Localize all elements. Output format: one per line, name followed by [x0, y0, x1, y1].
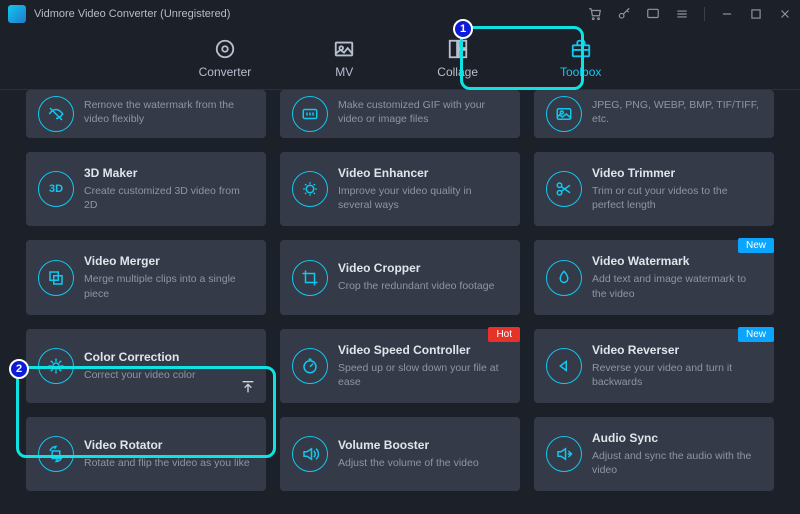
tool-card-image-converter[interactable]: JPEG, PNG, WEBP, BMP, TIF/TIFF, etc.	[534, 90, 774, 138]
tab-label: MV	[335, 65, 353, 79]
tool-desc: Speed up or slow down your file at ease	[338, 361, 506, 389]
tool-card-color-correction[interactable]: Color Correction Correct your video colo…	[26, 329, 266, 403]
tool-desc: Trim or cut your videos to the perfect l…	[592, 184, 760, 212]
3d-icon: 3D	[38, 171, 74, 207]
minimize-icon[interactable]	[720, 7, 734, 21]
badge-hot: Hot	[488, 327, 520, 342]
tool-card-audio-sync[interactable]: Audio Sync Adjust and sync the audio wit…	[534, 417, 774, 491]
tool-card-video-trimmer[interactable]: Video Trimmer Trim or cut your videos to…	[534, 152, 774, 226]
tool-title: Video Trimmer	[592, 166, 760, 180]
tool-card-video-speed[interactable]: Hot Video Speed Controller Speed up or s…	[280, 329, 520, 403]
tool-desc: Create customized 3D video from 2D	[84, 184, 252, 212]
enhancer-icon	[292, 171, 328, 207]
tool-desc: JPEG, PNG, WEBP, BMP, TIF/TIFF, etc.	[592, 98, 760, 126]
tab-mv[interactable]: MV	[323, 32, 365, 85]
gif-icon	[292, 96, 328, 132]
speed-icon	[292, 348, 328, 384]
tool-desc: Remove the watermark from the video flex…	[84, 98, 252, 126]
tool-title: Video Merger	[84, 254, 252, 268]
audio-sync-icon	[546, 436, 582, 472]
watermark-remover-icon	[38, 96, 74, 132]
close-icon[interactable]	[778, 7, 792, 21]
scroll-top-icon	[240, 379, 256, 395]
tool-desc: Adjust and sync the audio with the video	[592, 449, 760, 477]
title-bar: Vidmore Video Converter (Unregistered)	[0, 0, 800, 28]
annotation-highlight-1: 1	[460, 26, 584, 90]
annotation-number: 1	[453, 19, 473, 39]
tool-desc: Adjust the volume of the video	[338, 456, 506, 470]
app-logo-icon	[8, 5, 26, 23]
tool-card-gif-maker[interactable]: Make customized GIF with your video or i…	[280, 90, 520, 138]
main-tabs: Converter MV Collage Toolbox 1	[0, 28, 800, 90]
tool-desc: Reverse your video and turn it backwards	[592, 361, 760, 389]
cart-icon[interactable]	[588, 7, 602, 21]
tool-card-3d-maker[interactable]: 3D 3D Maker Create customized 3D video f…	[26, 152, 266, 226]
crop-icon	[292, 260, 328, 296]
tool-card-video-cropper[interactable]: Video Cropper Crop the redundant video f…	[280, 240, 520, 314]
tool-desc: Rotate and flip the video as you like	[84, 456, 252, 470]
tool-title: Volume Booster	[338, 438, 506, 452]
reverse-icon	[546, 348, 582, 384]
mv-icon	[333, 38, 355, 60]
tab-label: Converter	[199, 65, 252, 79]
menu-icon[interactable]	[675, 7, 689, 21]
tool-desc: Correct your video color	[84, 368, 252, 382]
color-correction-icon	[38, 348, 74, 384]
tool-card-video-reverser[interactable]: New Video Reverser Reverse your video an…	[534, 329, 774, 403]
volume-icon	[292, 436, 328, 472]
rotate-icon	[38, 436, 74, 472]
tool-desc: Add text and image watermark to the vide…	[592, 272, 760, 300]
tool-card-video-rotator[interactable]: Video Rotator Rotate and flip the video …	[26, 417, 266, 491]
tool-card-video-enhancer[interactable]: Video Enhancer Improve your video qualit…	[280, 152, 520, 226]
toolbox-content: Remove the watermark from the video flex…	[0, 90, 800, 514]
tool-title: Video Rotator	[84, 438, 252, 452]
tool-title: Color Correction	[84, 350, 252, 364]
maximize-icon[interactable]	[749, 7, 763, 21]
feedback-icon[interactable]	[646, 7, 660, 21]
tool-desc: Make customized GIF with your video or i…	[338, 98, 506, 126]
tool-title: 3D Maker	[84, 166, 252, 180]
key-icon[interactable]	[617, 7, 631, 21]
tool-title: Video Enhancer	[338, 166, 506, 180]
tool-title: Video Speed Controller	[338, 343, 506, 357]
tool-card-video-merger[interactable]: Video Merger Merge multiple clips into a…	[26, 240, 266, 314]
tool-title: Audio Sync	[592, 431, 760, 445]
window-title: Vidmore Video Converter (Unregistered)	[34, 8, 230, 20]
scissors-icon	[546, 171, 582, 207]
badge-new: New	[738, 238, 774, 253]
merger-icon	[38, 260, 74, 296]
badge-new: New	[738, 327, 774, 342]
tool-desc: Merge multiple clips into a single piece	[84, 272, 252, 300]
tool-title: Video Reverser	[592, 343, 760, 357]
tool-card-volume-booster[interactable]: Volume Booster Adjust the volume of the …	[280, 417, 520, 491]
window-controls	[588, 7, 792, 21]
tool-card-watermark-remover[interactable]: Remove the watermark from the video flex…	[26, 90, 266, 138]
divider	[704, 7, 705, 21]
tool-title: Video Cropper	[338, 261, 506, 275]
watermark-icon	[546, 260, 582, 296]
tool-desc: Improve your video quality in several wa…	[338, 184, 506, 212]
tool-grid: Remove the watermark from the video flex…	[26, 90, 774, 491]
tab-converter[interactable]: Converter	[189, 32, 262, 85]
tool-card-video-watermark[interactable]: New Video Watermark Add text and image w…	[534, 240, 774, 314]
image-icon	[546, 96, 582, 132]
tool-title: Video Watermark	[592, 254, 760, 268]
tool-desc: Crop the redundant video footage	[338, 279, 506, 293]
converter-icon	[214, 38, 236, 60]
